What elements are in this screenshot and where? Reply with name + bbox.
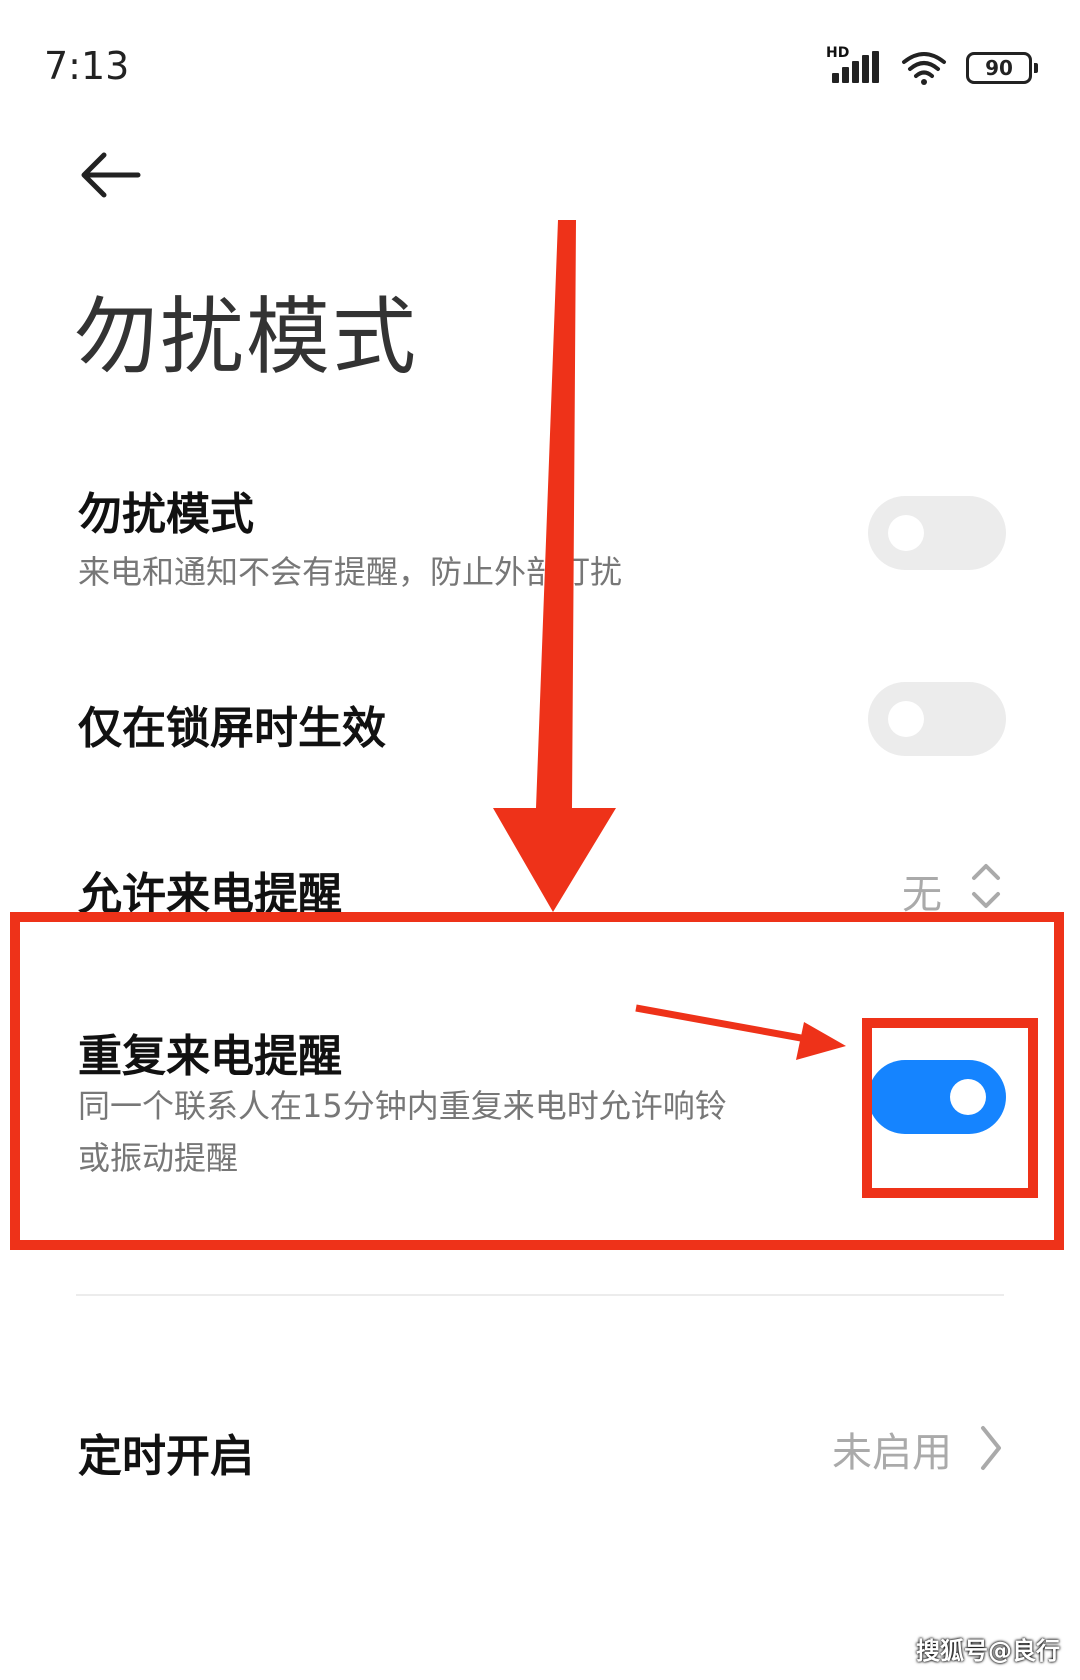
wifi-icon <box>902 52 946 85</box>
dnd-subtitle: 来电和通知不会有提醒，防止外部打扰 <box>78 553 623 591</box>
battery-icon: 90 <box>966 52 1038 84</box>
repeat-calls-title: 重复来电提醒 <box>78 1031 342 1082</box>
battery-level: 90 <box>966 52 1032 84</box>
dnd-title: 勿扰模式 <box>78 489 254 540</box>
pointer-arrow-head <box>796 1022 846 1060</box>
divider <box>76 1294 1004 1296</box>
schedule-title[interactable]: 定时开启 <box>78 1420 254 1484</box>
lock-only-toggle[interactable] <box>868 682 1006 756</box>
schedule-value[interactable]: 未启用 <box>832 1420 952 1478</box>
page-title: 勿扰模式 <box>74 288 419 386</box>
watermark: 搜狐号@良行 <box>916 1637 1060 1665</box>
status-icons: HD 90 <box>826 45 1038 86</box>
allow-calls-value[interactable]: 无 <box>902 862 942 920</box>
chevron-updown-icon[interactable] <box>968 860 1004 912</box>
arrow-left-icon[interactable] <box>78 150 142 200</box>
repeat-calls-subtitle-line1: 同一个联系人在15分钟内重复来电时允许响铃 <box>78 1087 727 1125</box>
toggle-knob <box>950 1079 986 1115</box>
allow-calls-title[interactable]: 允许来电提醒 <box>78 858 342 922</box>
pointer-arrow-line <box>635 1004 813 1044</box>
status-time: 7:13 <box>44 44 130 88</box>
repeat-calls-subtitle-line2: 或振动提醒 <box>78 1139 239 1177</box>
toggle-knob <box>888 701 924 737</box>
lock-only-title: 仅在锁屏时生效 <box>78 703 386 754</box>
repeat-calls-toggle[interactable] <box>868 1060 1006 1134</box>
chevron-right-icon[interactable] <box>978 1424 1004 1472</box>
signal-label: HD <box>826 45 850 61</box>
signal-icon: HD <box>826 45 882 85</box>
dnd-toggle[interactable] <box>868 496 1006 570</box>
toggle-knob <box>888 515 924 551</box>
